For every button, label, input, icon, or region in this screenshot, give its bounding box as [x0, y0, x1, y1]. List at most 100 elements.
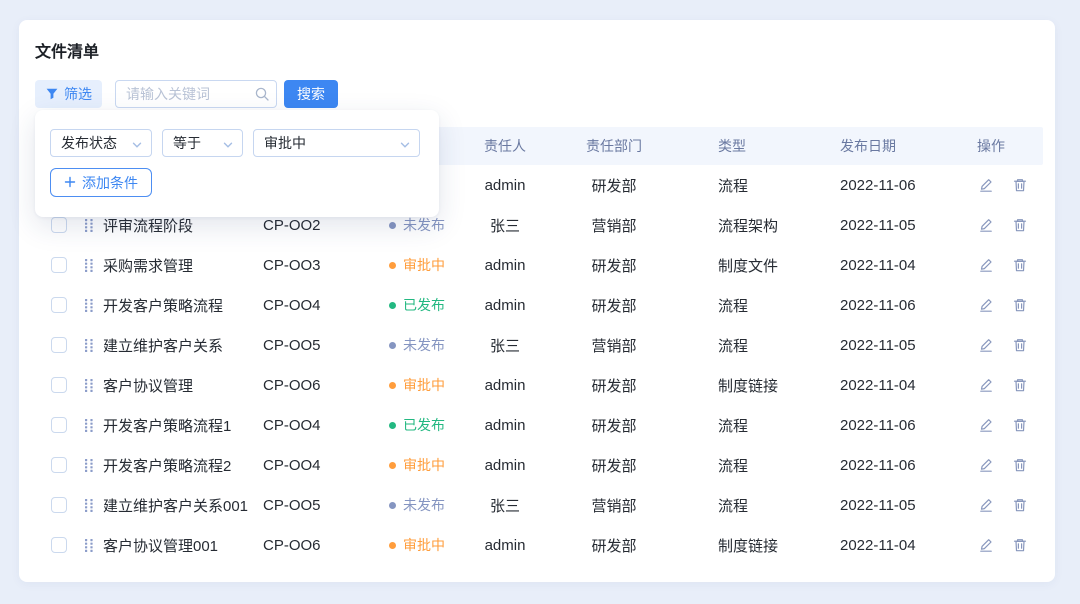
delete-button[interactable] [1012, 177, 1028, 193]
date-cell: 2022-11-06 [803, 177, 940, 194]
date-cell: 2022-11-04 [803, 377, 940, 394]
edit-button[interactable] [978, 537, 994, 553]
add-condition-button[interactable]: 添加条件 [50, 168, 152, 197]
edit-button[interactable] [978, 377, 994, 393]
trash-icon [1012, 217, 1028, 233]
edit-button[interactable] [978, 337, 994, 353]
pencil-icon [978, 217, 994, 233]
owner-cell: admin [463, 417, 547, 434]
drag-handle-icon[interactable] [84, 258, 103, 273]
edit-button[interactable] [978, 297, 994, 313]
filter-value-select[interactable]: 审批中 [253, 129, 420, 157]
dept-cell: 营销部 [547, 495, 681, 516]
delete-button[interactable] [1012, 297, 1028, 313]
owner-cell: admin [463, 537, 547, 554]
ops-cell [940, 417, 1043, 433]
checkbox-cell [36, 417, 84, 433]
edit-button[interactable] [978, 177, 994, 193]
drag-handle-icon[interactable] [84, 458, 103, 473]
row-checkbox[interactable] [51, 257, 67, 273]
pencil-icon [978, 457, 994, 473]
file-name-cell: 客户协议管理001 [103, 535, 263, 556]
drag-handle-icon[interactable] [84, 338, 103, 353]
row-checkbox[interactable] [51, 337, 67, 353]
ops-cell [940, 337, 1043, 353]
ops-cell [940, 497, 1043, 513]
row-checkbox[interactable] [51, 377, 67, 393]
date-cell: 2022-11-04 [803, 257, 940, 274]
column-header-owner: 责任人 [463, 136, 547, 156]
edit-button[interactable] [978, 217, 994, 233]
owner-cell: 张三 [463, 215, 547, 236]
column-header-type: 类型 [681, 136, 803, 156]
search-button[interactable]: 搜索 [284, 80, 338, 108]
checkbox-cell [36, 297, 84, 313]
table-row: 开发客户策略流程 CP-OO4 已发布 admin 研发部 流程 2022-11… [36, 285, 1043, 325]
pencil-icon [978, 377, 994, 393]
type-cell: 流程 [681, 335, 803, 356]
filter-button[interactable]: 筛选 [35, 80, 102, 108]
toolbar: 筛选 搜索 [35, 80, 338, 108]
delete-button[interactable] [1012, 417, 1028, 433]
checkbox-cell [36, 257, 84, 273]
status-dot-icon [389, 462, 396, 469]
edit-button[interactable] [978, 417, 994, 433]
file-list-card: 文件清单 筛选 搜索 责任人 责任部门 类型 发布日期 操作 [19, 20, 1055, 582]
search-icon [254, 86, 270, 102]
file-code-cell: CP-OO3 [263, 257, 389, 274]
status-badge: 审批中 [389, 255, 463, 275]
delete-button[interactable] [1012, 337, 1028, 353]
filter-field-select[interactable]: 发布状态 [50, 129, 152, 157]
delete-button[interactable] [1012, 217, 1028, 233]
type-cell: 流程架构 [681, 215, 803, 236]
delete-button[interactable] [1012, 257, 1028, 273]
drag-handle-icon[interactable] [84, 298, 103, 313]
row-checkbox[interactable] [51, 217, 67, 233]
ops-cell [940, 537, 1043, 553]
plus-icon [64, 175, 76, 191]
row-checkbox[interactable] [51, 457, 67, 473]
drag-handle-icon[interactable] [84, 378, 103, 393]
owner-cell: admin [463, 457, 547, 474]
dept-cell: 营销部 [547, 215, 681, 236]
row-checkbox[interactable] [51, 497, 67, 513]
trash-icon [1012, 257, 1028, 273]
row-checkbox[interactable] [51, 297, 67, 313]
file-name-cell: 建立维护客户关系001 [103, 495, 263, 516]
drag-handle-icon[interactable] [84, 218, 103, 233]
edit-button[interactable] [978, 457, 994, 473]
chevron-down-icon [399, 138, 411, 150]
owner-cell: admin [463, 297, 547, 314]
status-badge: 审批中 [389, 455, 463, 475]
drag-cell [84, 338, 103, 353]
table-row: 开发客户策略流程1 CP-OO4 已发布 admin 研发部 流程 2022-1… [36, 405, 1043, 445]
drag-cell [84, 258, 103, 273]
delete-button[interactable] [1012, 377, 1028, 393]
drag-handle-icon[interactable] [84, 538, 103, 553]
type-cell: 流程 [681, 455, 803, 476]
filter-operator-value: 等于 [173, 133, 201, 153]
row-checkbox[interactable] [51, 537, 67, 553]
status-label: 已发布 [403, 415, 445, 435]
filter-value-value: 审批中 [264, 133, 306, 153]
trash-icon [1012, 177, 1028, 193]
type-cell: 流程 [681, 295, 803, 316]
trash-icon [1012, 377, 1028, 393]
search-input[interactable] [115, 80, 277, 108]
edit-button[interactable] [978, 497, 994, 513]
status-label: 审批中 [403, 255, 445, 275]
row-checkbox[interactable] [51, 417, 67, 433]
pencil-icon [978, 417, 994, 433]
dept-cell: 营销部 [547, 335, 681, 356]
dept-cell: 研发部 [547, 175, 681, 196]
date-cell: 2022-11-05 [803, 217, 940, 234]
filter-operator-select[interactable]: 等于 [162, 129, 243, 157]
edit-button[interactable] [978, 257, 994, 273]
trash-icon [1012, 537, 1028, 553]
file-name-cell: 建立维护客户关系 [103, 335, 263, 356]
delete-button[interactable] [1012, 457, 1028, 473]
delete-button[interactable] [1012, 497, 1028, 513]
drag-handle-icon[interactable] [84, 418, 103, 433]
delete-button[interactable] [1012, 537, 1028, 553]
drag-handle-icon[interactable] [84, 498, 103, 513]
